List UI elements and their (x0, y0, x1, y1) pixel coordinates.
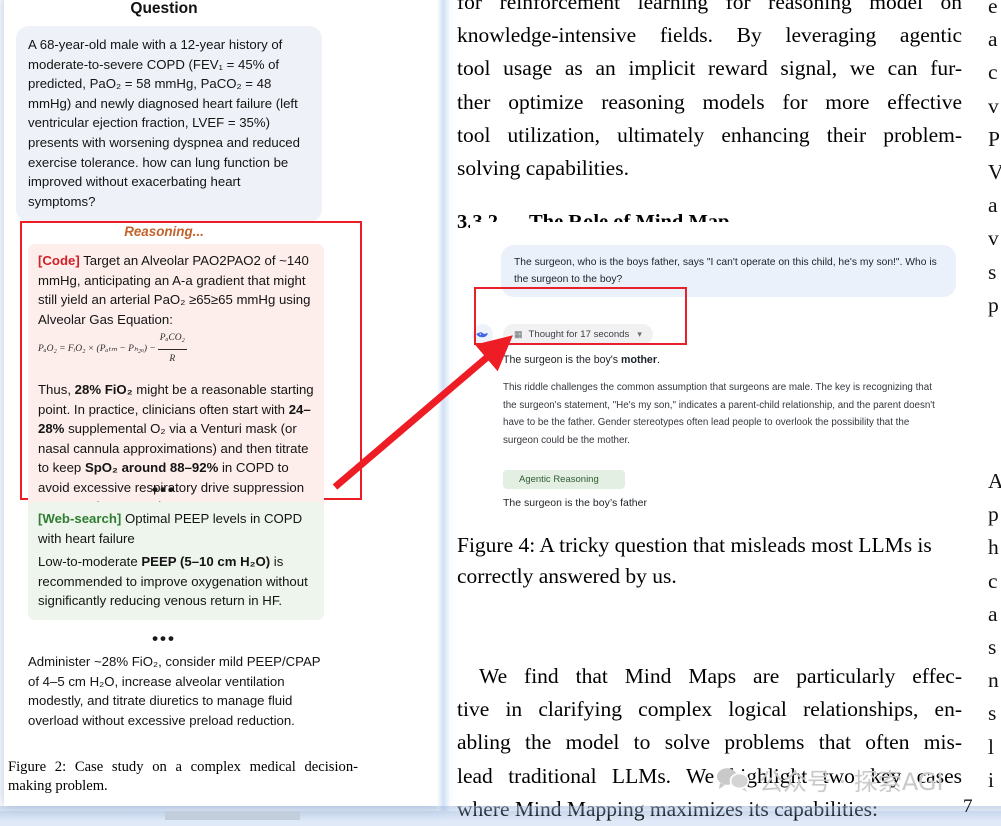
p2-a: Thus, (38, 382, 75, 397)
final-answer-text: Administer ~28% FiO₂, consider mild PEEP… (28, 654, 321, 728)
agentic-reasoning-tag: Agentic Reasoning (503, 470, 625, 489)
body-line: We find that Mind Maps are particularly … (479, 664, 962, 688)
question-text-box: A 68-year-old male with a 12-year histor… (16, 26, 322, 223)
intro-line: tool utilization, ultimately enhancing t… (457, 122, 962, 147)
next-column-sliver-top: e a c v P V a v s p (988, 0, 1001, 317)
intro-line: for reinforcement learning for reasoning… (457, 0, 962, 14)
intro-line: knowledge-intensive fields. By leveragin… (457, 23, 962, 48)
p2-b: 28% FiO₂ (74, 382, 133, 397)
watermark: 公众号 · 探索AGI (716, 762, 944, 797)
result-a: Low-to-moderate (38, 554, 142, 569)
taskbar-chip (165, 811, 300, 820)
body-line: abling the model to solve problems that … (457, 730, 962, 755)
agentic-answer-line: The surgeon is the boy’s father (503, 497, 647, 509)
caption-line: correctly answered by us. (457, 564, 677, 588)
paper-right-column: for reinforcement learning for reasoning… (457, 0, 962, 234)
intro-line: solving capabilities. (457, 156, 629, 181)
alveolar-gas-equation: PₐO₂ = FᵢO₂ × (Pₐₜₘ − Pₕ₂ₒ) − PₐCO₂ R (38, 329, 187, 369)
next-column-sliver-bottom: A p h c a s n s l i (988, 469, 1001, 792)
figure4-caption-block: Figure 4: A tricky question that mislead… (457, 530, 962, 592)
watermark-text: 公众号 · 探索AGI (759, 768, 944, 796)
question-heading: Question (130, 0, 198, 17)
result-b: PEEP (5–10 cm H₂O) (141, 554, 271, 569)
figure2-caption: Figure 2: Case study on a complex medica… (8, 759, 358, 794)
formula-fraction: PₐCO₂ R (157, 329, 187, 369)
answer-prefix: The surgeon is the boy's (503, 354, 622, 366)
web-search-tag: [Web-search] (38, 511, 122, 526)
caption-line: Figure 4: A tricky question that mislead… (457, 533, 932, 557)
p2-f: SpO₂ around 88–92% (84, 460, 219, 475)
formula-numerator: PₐCO₂ (157, 329, 187, 350)
search-query-line: [Web-search] Optimal PEEP levels in COPD… (38, 509, 314, 548)
formula-lhs: PₐO₂ = FᵢO₂ × (Pₐₜₘ − Pₕ₂ₒ) − (38, 344, 156, 355)
wechat-icon (717, 768, 750, 792)
intro-line: tool usage as an implicit reward signal,… (457, 56, 962, 81)
figure2-floating-panel: Question A 68-year-old male with a 12-ye… (4, 0, 441, 806)
intro-paragraph: for reinforcement learning for reasoning… (457, 0, 962, 185)
answer-bold: mother (621, 354, 657, 366)
figure4-red-highlight-box (474, 287, 687, 345)
body-paragraph: We find that Mind Maps are particularly … (457, 660, 962, 826)
code-tag: [Code] (38, 253, 80, 268)
web-search-box: [Web-search] Optimal PEEP levels in COPD… (28, 502, 324, 620)
intro-line: ther optimize reasoning models for more … (457, 89, 962, 114)
figure4-caption: Figure 4: A tricky question that mislead… (457, 530, 962, 592)
code-paragraph-1: [Code] Target an Alveolar PAO2PAO2 of ~1… (38, 251, 314, 369)
assistant-answer-line: The surgeon is the boy's mother. (503, 354, 933, 366)
answer-suffix: . (656, 354, 660, 366)
formula-denominator: R (169, 353, 176, 364)
page-bottom-shadow (0, 806, 1001, 821)
body-paragraph-block: We find that Mind Maps are particularly … (457, 660, 962, 826)
figure4-chat-screenshot: The surgeon, who is the boys father, say… (470, 222, 962, 512)
reasoning-heading: Reasoning... (124, 224, 204, 239)
body-line: tive in clarifying complex logical relat… (457, 697, 962, 722)
search-result-line: Low-to-moderate PEEP (5–10 cm H₂O) is re… (38, 552, 314, 611)
ellipsis-separator-1: ••• (152, 480, 176, 499)
ellipsis-separator-2: ••• (152, 629, 176, 648)
assistant-explanation: This riddle challenges the common assump… (503, 382, 935, 446)
page-gutter-strip (437, 0, 451, 811)
page-number: 7 (963, 796, 973, 817)
